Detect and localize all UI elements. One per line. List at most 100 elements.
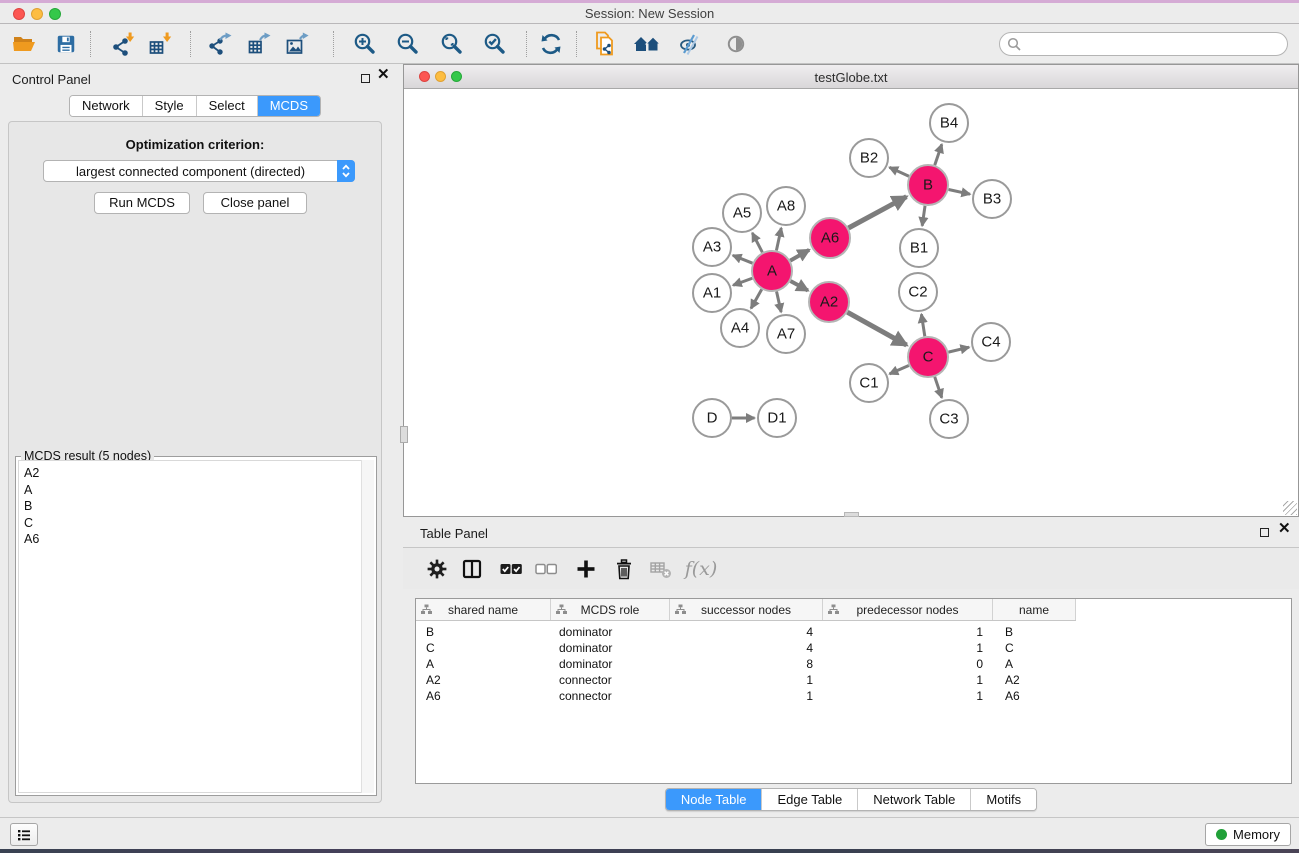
- edge-B-B3[interactable]: [949, 189, 971, 194]
- result-item[interactable]: B: [24, 498, 361, 515]
- node-A2[interactable]: A2: [809, 282, 849, 322]
- edge-A-A1[interactable]: [733, 278, 752, 285]
- node-B[interactable]: B: [908, 165, 948, 205]
- close-panel-button[interactable]: Close panel: [203, 192, 307, 214]
- tab-network-table[interactable]: Network Table: [857, 789, 970, 810]
- edge-C-C3[interactable]: [935, 377, 942, 398]
- resize-grip[interactable]: [1283, 501, 1297, 515]
- tab-node-table[interactable]: Node Table: [666, 789, 762, 810]
- tab-motifs[interactable]: Motifs: [970, 789, 1036, 810]
- select-all-checkboxes-icon[interactable]: [498, 557, 524, 581]
- function-builder-icon[interactable]: f(x): [688, 557, 714, 581]
- result-item[interactable]: A: [24, 482, 361, 499]
- export-image-icon[interactable]: [281, 29, 313, 59]
- node-C3[interactable]: C3: [930, 400, 968, 438]
- import-network-icon[interactable]: [107, 29, 139, 59]
- table-row[interactable]: Cdominator41C: [416, 640, 1291, 656]
- edge-A-A8[interactable]: [776, 228, 781, 250]
- node-C2[interactable]: C2: [899, 273, 937, 311]
- node-C[interactable]: C: [908, 337, 948, 377]
- column-header-successor-nodes[interactable]: successor nodes: [670, 599, 823, 620]
- edge-A-A4[interactable]: [751, 289, 762, 308]
- node-A4[interactable]: A4: [721, 309, 759, 347]
- edge-C-C4[interactable]: [948, 347, 969, 352]
- float-table-panel-icon[interactable]: [1260, 528, 1269, 537]
- result-item[interactable]: C: [24, 515, 361, 532]
- hide-eye-icon[interactable]: [675, 29, 707, 59]
- zoom-in-icon[interactable]: [349, 29, 381, 59]
- eye-icon[interactable]: [720, 29, 752, 59]
- node-B1[interactable]: B1: [900, 229, 938, 267]
- network-canvas[interactable]: B4 B2 B B3 A8A5 A6 A3 B1 A C2 A1 A2 A4A7 C4 C C1 D D1 C3: [404, 89, 1298, 517]
- criterion-select[interactable]: largest connected component (directed): [43, 160, 355, 182]
- column-header-shared-name[interactable]: shared name: [416, 599, 551, 620]
- run-mcds-button[interactable]: Run MCDS: [94, 192, 190, 214]
- zoom-selected-icon[interactable]: [479, 29, 511, 59]
- node-D[interactable]: D: [693, 399, 731, 437]
- memory-button[interactable]: Memory: [1205, 823, 1291, 846]
- import-table-icon[interactable]: [144, 29, 176, 59]
- deselect-all-checkboxes-icon[interactable]: [533, 557, 559, 581]
- tab-network[interactable]: Network: [70, 96, 142, 116]
- node-C4[interactable]: C4: [972, 323, 1010, 361]
- table-row[interactable]: A6connector11A6: [416, 688, 1291, 704]
- close-panel-icon[interactable]: ✕: [377, 67, 390, 83]
- node-A[interactable]: A: [752, 251, 792, 291]
- result-item[interactable]: A6: [24, 531, 361, 548]
- open-folder-icon[interactable]: [8, 29, 40, 59]
- tab-edge-table[interactable]: Edge Table: [761, 789, 857, 810]
- node-C1[interactable]: C1: [850, 364, 888, 402]
- node-A7[interactable]: A7: [767, 315, 805, 353]
- edge-A-A7[interactable]: [777, 291, 782, 312]
- table-row[interactable]: Adominator80A: [416, 656, 1291, 672]
- result-scrollbar[interactable]: [361, 460, 374, 793]
- column-header-MCDS-role[interactable]: MCDS role: [551, 599, 670, 620]
- edge-A-A5[interactable]: [752, 233, 762, 252]
- float-panel-icon[interactable]: [361, 74, 370, 83]
- edge-B-B4[interactable]: [935, 144, 942, 165]
- splitter-handle[interactable]: [400, 426, 408, 443]
- edge-B-B1[interactable]: [922, 206, 925, 226]
- tab-select[interactable]: Select: [196, 96, 257, 116]
- document-share-icon[interactable]: [589, 29, 621, 59]
- table-row[interactable]: Bdominator41B: [416, 624, 1291, 640]
- gear-icon[interactable]: [424, 557, 450, 581]
- edge-A-A6[interactable]: [790, 250, 809, 261]
- refresh-icon[interactable]: [535, 29, 567, 59]
- search-input[interactable]: [999, 32, 1288, 56]
- column-header-name[interactable]: name: [993, 599, 1076, 620]
- tab-style[interactable]: Style: [142, 96, 196, 116]
- edge-B-B2[interactable]: [889, 167, 908, 176]
- node-A1[interactable]: A1: [693, 274, 731, 312]
- node-D1[interactable]: D1: [758, 399, 796, 437]
- edge-A-A2[interactable]: [790, 281, 807, 291]
- edge-C-C1[interactable]: [890, 365, 909, 373]
- table-row[interactable]: A2connector11A2: [416, 672, 1291, 688]
- close-table-panel-icon[interactable]: ✕: [1278, 521, 1291, 537]
- edge-A6-B[interactable]: [848, 197, 906, 228]
- delete-column-icon[interactable]: [648, 557, 674, 581]
- add-row-icon[interactable]: [573, 557, 599, 581]
- export-network-icon[interactable]: [204, 29, 236, 59]
- task-list-button[interactable]: [10, 823, 38, 846]
- node-B4[interactable]: B4: [930, 104, 968, 142]
- result-item[interactable]: A2: [24, 465, 361, 482]
- save-icon[interactable]: [50, 29, 82, 59]
- columns-icon[interactable]: [459, 557, 485, 581]
- zoom-out-icon[interactable]: [392, 29, 424, 59]
- node-B3[interactable]: B3: [973, 180, 1011, 218]
- column-header-predecessor-nodes[interactable]: predecessor nodes: [823, 599, 993, 620]
- export-table-icon[interactable]: [243, 29, 275, 59]
- node-A5[interactable]: A5: [723, 194, 761, 232]
- node-A3[interactable]: A3: [693, 228, 731, 266]
- splitter-handle-bottom[interactable]: [844, 512, 859, 517]
- zoom-fit-icon[interactable]: [436, 29, 468, 59]
- network-window-titlebar[interactable]: testGlobe.txt: [404, 65, 1298, 89]
- node-A8[interactable]: A8: [767, 187, 805, 225]
- node-A6[interactable]: A6: [810, 218, 850, 258]
- home-icon[interactable]: [631, 29, 663, 59]
- edge-A-A3[interactable]: [733, 255, 753, 263]
- node-B2[interactable]: B2: [850, 139, 888, 177]
- trash-icon[interactable]: [611, 557, 637, 581]
- tab-mcds[interactable]: MCDS: [257, 96, 320, 116]
